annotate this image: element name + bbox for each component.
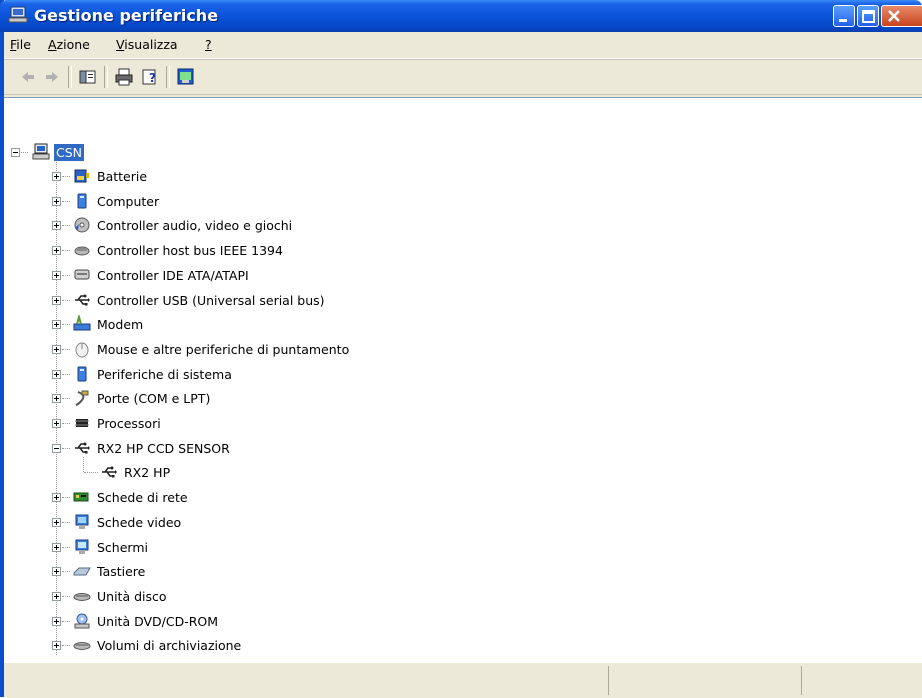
print-icon[interactable] (114, 68, 134, 86)
svg-text:?: ? (149, 71, 156, 85)
toolbar-separator (68, 66, 72, 88)
title-bar[interactable]: Gestione periferiche (0, 0, 922, 32)
minimize-button[interactable] (833, 5, 855, 27)
status-bar (4, 662, 922, 698)
window-title: Gestione periferiche (34, 6, 219, 25)
menu-bar: File Azione Visualizza ? (4, 32, 922, 59)
menu-file[interactable]: File (10, 37, 31, 52)
status-pane-separator (608, 666, 609, 695)
show-hide-console-tree-icon[interactable] (78, 68, 98, 86)
close-button[interactable] (881, 5, 922, 27)
device-manager-icon (8, 6, 28, 23)
menu-azione[interactable]: Azione (48, 37, 90, 52)
maximize-button[interactable] (857, 5, 879, 27)
properties-icon[interactable] (176, 68, 196, 86)
maximize-icon (862, 10, 875, 23)
toolbar: ? (4, 59, 922, 95)
menu-help[interactable]: ? (205, 37, 212, 52)
toolbar-separator (166, 66, 170, 88)
client-area: File Azione Visualizza ? ? (4, 32, 922, 697)
forward-arrow-icon[interactable] (42, 68, 62, 86)
close-icon (888, 10, 900, 22)
help-icon[interactable]: ? (140, 68, 160, 86)
toolbar-separator (104, 66, 108, 88)
minimize-icon (839, 19, 847, 22)
back-arrow-icon[interactable] (18, 68, 38, 86)
status-pane-separator (801, 666, 802, 695)
menu-visualizza[interactable]: Visualizza (116, 37, 178, 52)
device-tree[interactable] (4, 97, 922, 663)
